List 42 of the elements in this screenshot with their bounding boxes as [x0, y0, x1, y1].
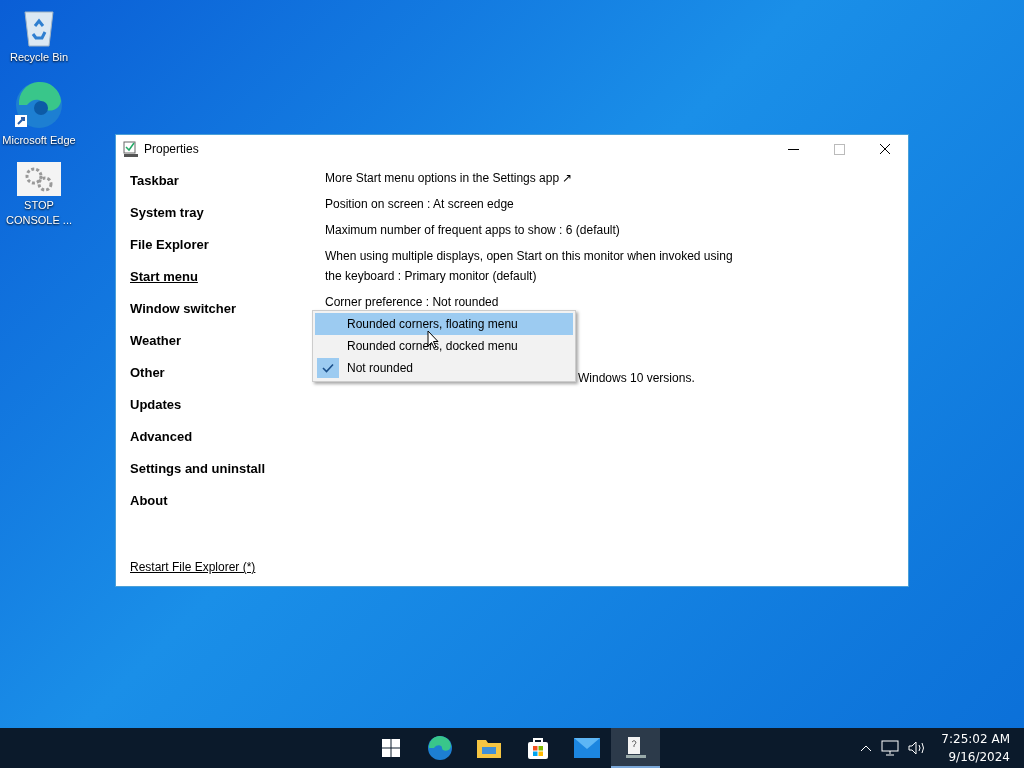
setting-option[interactable]: Position on screen : At screen edge: [325, 191, 740, 217]
settings-link[interactable]: More Start menu options in the Settings app ↗: [325, 165, 740, 191]
setting-option[interactable]: Maximum number of frequent apps to show : 6 (default): [325, 217, 740, 243]
menu-option[interactable]: Not rounded: [315, 357, 573, 379]
gears-icon: [17, 162, 61, 196]
checkbox-app-icon: [123, 141, 139, 157]
folder-icon: [475, 737, 502, 759]
sidebar-item[interactable]: Start menu: [130, 261, 198, 293]
sidebar-item[interactable]: Settings and uninstall: [130, 453, 266, 485]
sidebar-item[interactable]: Other: [130, 357, 165, 389]
edge-icon: [426, 735, 453, 761]
sidebar-item[interactable]: System tray: [130, 197, 204, 229]
minimize-icon: [787, 148, 799, 150]
window-title: Properties: [144, 142, 199, 156]
close-icon: [879, 143, 891, 155]
desktop-icon-label[interactable]: Microsoft Edge: [2, 133, 76, 148]
note-text: Windows 10 versions.: [578, 371, 695, 385]
edge-icon: [13, 79, 65, 131]
sidebar-item[interactable]: Taskbar: [130, 165, 179, 197]
windows-logo-icon: [381, 739, 400, 757]
chevron-up-icon[interactable]: [860, 744, 873, 752]
taskbar-app[interactable]: [611, 728, 660, 768]
desktop-icon-label[interactable]: STOP CONSOLE ...: [2, 198, 76, 228]
restart-link[interactable]: Restart File Explorer (*): [130, 560, 256, 574]
store-bag-icon: [525, 736, 550, 760]
sidebar-item[interactable]: Window switcher: [130, 293, 237, 325]
sidebar-item[interactable]: File Explorer: [130, 229, 209, 261]
sidebar-item[interactable]: Updates: [130, 389, 182, 421]
setting-option[interactable]: When using multiple displays, open Start on this monitor when invoked using the keyboard : Primary monitor (default): [325, 243, 740, 289]
desktop-icon-label[interactable]: Recycle Bin: [2, 50, 76, 65]
sidebar-item[interactable]: Weather: [130, 325, 182, 357]
menu-option[interactable]: Rounded corners, docked menu: [315, 335, 573, 357]
network-icon[interactable]: [881, 740, 900, 756]
document-icon: [623, 736, 648, 760]
sidebar-item[interactable]: About: [130, 485, 168, 517]
menu-option[interactable]: Rounded corners, floating menu: [315, 313, 573, 335]
clock-time[interactable]: 7:25:02 AM: [941, 730, 1010, 748]
clock-date[interactable]: 9/16/2024: [948, 748, 1010, 766]
mail-icon: [573, 738, 600, 758]
sidebar-item[interactable]: Advanced: [130, 421, 193, 453]
maximize-icon: [833, 143, 845, 155]
speaker-icon[interactable]: [908, 740, 927, 756]
